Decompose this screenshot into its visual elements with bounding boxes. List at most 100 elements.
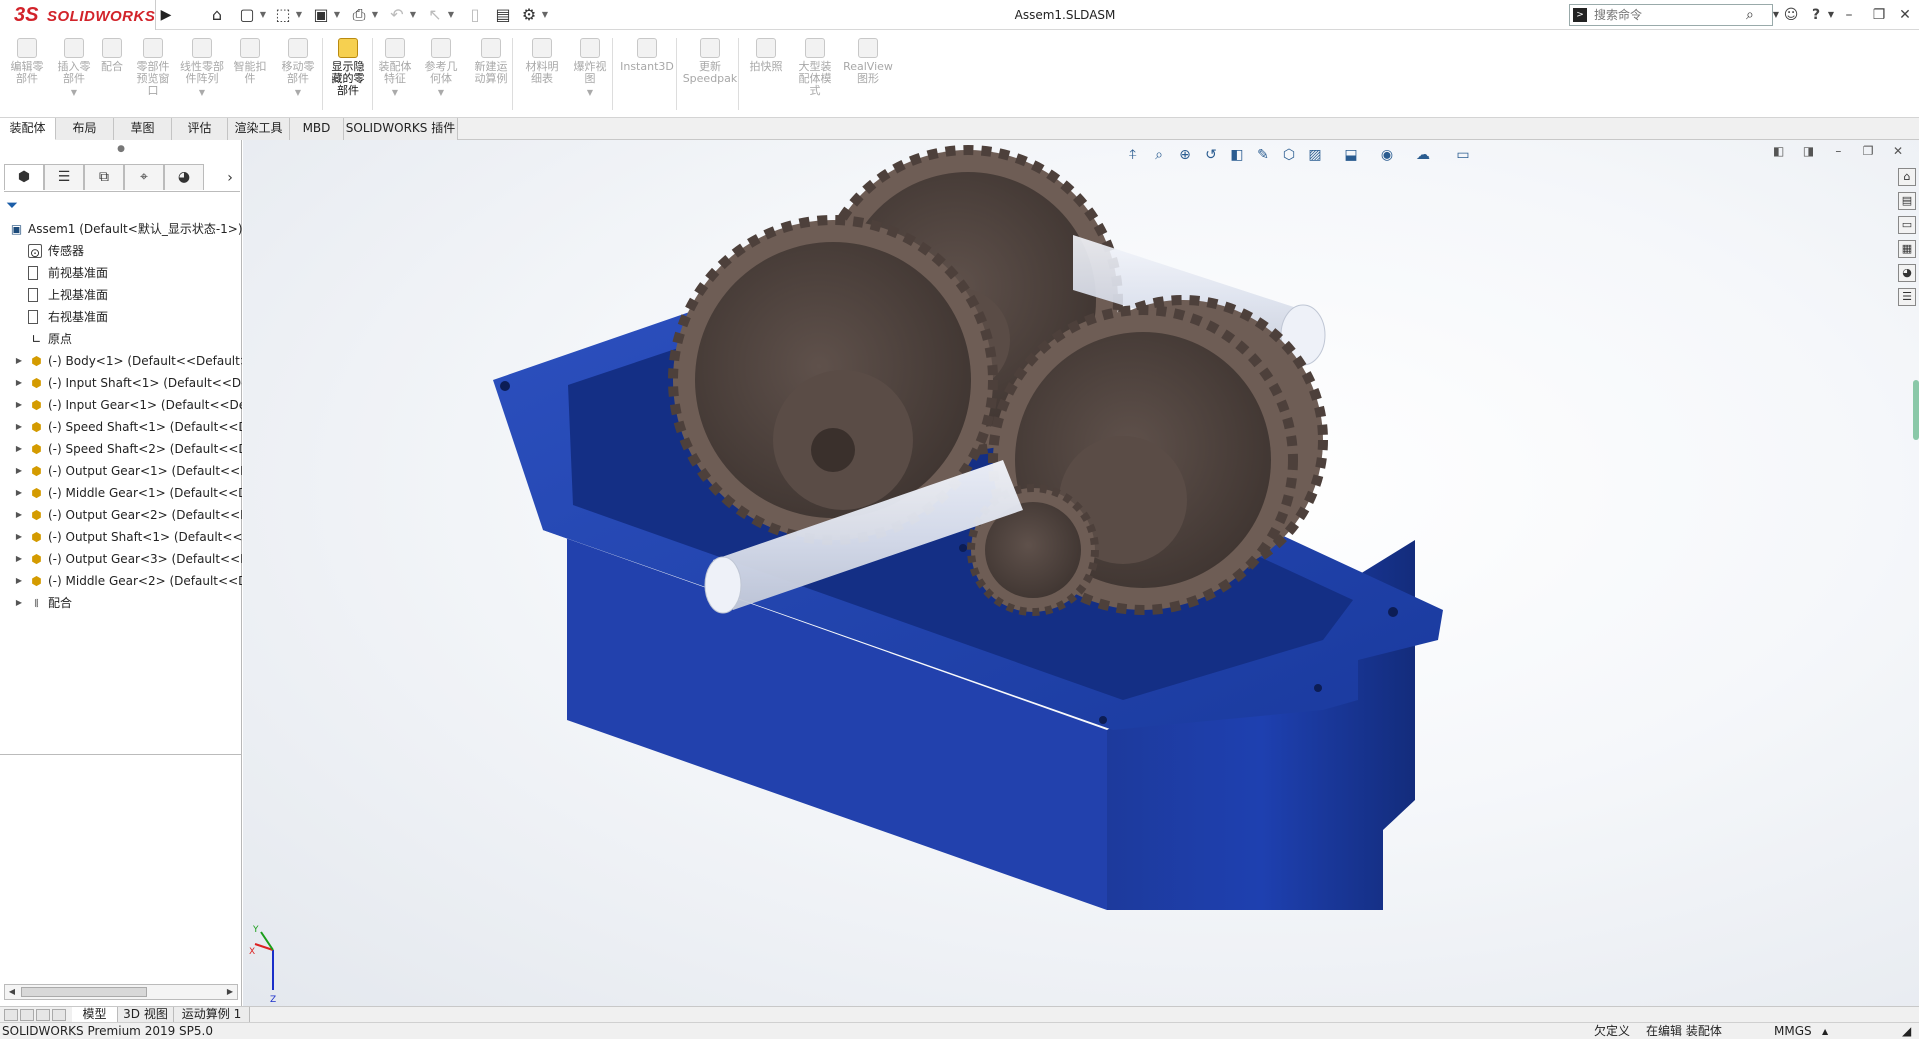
custom-properties-icon[interactable]: ☰ <box>1898 288 1916 306</box>
sheet-nav-arrow-icon[interactable] <box>52 1009 66 1021</box>
file-properties-icon[interactable]: ▤ <box>492 5 514 25</box>
realview-graphics-button[interactable]: RealView 图形 <box>840 34 896 116</box>
expand-arrow-icon[interactable]: ▶ <box>14 504 24 526</box>
tab-model[interactable]: 模型 <box>72 1007 118 1023</box>
save-icon[interactable]: ▣ <box>310 5 332 25</box>
expand-arrow-icon[interactable]: ▶ <box>14 460 24 482</box>
tree-item[interactable]: ▶ ⬢ (-) Middle Gear<2> (Default<<D <box>0 570 242 592</box>
tab-3d-views[interactable]: 3D 视图 <box>118 1007 174 1023</box>
units-dropdown-icon[interactable]: ▲ <box>1822 1023 1828 1039</box>
sheet-nav-arrow-icon[interactable] <box>36 1009 50 1021</box>
expand-arrow-icon[interactable]: ▶ <box>14 548 24 570</box>
gearbox-3d-model[interactable]: Y X Z <box>243 140 1919 1006</box>
expand-arrow-icon[interactable]: ▶ <box>14 372 24 394</box>
graphics-viewport[interactable]: ⍏ ⌕ ⊕ ↺ ◧ ✎ ⬡ ▨ ⬓ ◉ ☁ ▭ ◧ ◨ – ❐ ✕ Y X Z … <box>243 140 1919 1006</box>
tree-item[interactable]: ▶ ⬢ (-) Output Gear<3> (Default<<D <box>0 548 242 570</box>
status-units[interactable]: MMGS <box>1774 1023 1812 1039</box>
insert-components-button[interactable]: 插入零 部件 ▼ <box>52 34 96 116</box>
open-dropdown-icon[interactable]: ▼ <box>294 5 304 25</box>
large-assembly-mode-button[interactable]: 大型装 配体模 式 <box>790 34 840 116</box>
tab-solidworks-addins[interactable]: SOLIDWORKS 插件 <box>344 118 458 140</box>
minimize-window-icon[interactable]: – <box>1836 5 1862 25</box>
appearances-icon[interactable]: ◕ <box>1898 264 1916 282</box>
tree-item[interactable]: ▣ Assem1 (Default<默认_显示状态-1>) <box>0 218 242 240</box>
solidworks-resources-icon[interactable]: ⌂ <box>1898 168 1916 186</box>
move-component-button[interactable]: 移动零 部件 ▼ <box>274 34 322 116</box>
dropdown-arrow-icon[interactable]: ▼ <box>274 87 322 99</box>
undo-dropdown-icon[interactable]: ▼ <box>408 5 418 25</box>
expand-arrow-icon[interactable]: ▶ <box>14 526 24 548</box>
tree-item[interactable]: ▶ ⬢ (-) Output Gear<2> (Default<<D <box>0 504 242 526</box>
tree-item[interactable]: ∟ 原点 <box>0 328 242 350</box>
expand-arrow-icon[interactable]: ▶ <box>14 416 24 438</box>
options-gear-icon[interactable]: ⚙ <box>518 5 540 25</box>
tree-horizontal-scrollbar[interactable]: ◀ ▶ <box>4 984 238 1000</box>
home-icon[interactable]: ⌂ <box>206 5 228 25</box>
tree-item[interactable]: ▶ ⬢ (-) Output Shaft<1> (Default<<D <box>0 526 242 548</box>
dropdown-arrow-icon[interactable]: ▼ <box>418 87 464 99</box>
feature-manager-tab-icon[interactable]: ⬢ <box>4 164 44 190</box>
command-prompt-icon[interactable]: > <box>1573 8 1587 22</box>
search-input[interactable] <box>1594 6 1744 24</box>
component-preview-button[interactable]: 零部件 预览窗 口 <box>130 34 176 116</box>
more-tabs-arrow-icon[interactable]: › <box>222 166 238 190</box>
select-dropdown-icon[interactable]: ▼ <box>446 5 456 25</box>
assembly-features-button[interactable]: 装配体 特征 ▼ <box>374 34 416 116</box>
viewport-scroll-indicator[interactable] <box>1913 380 1919 440</box>
solidworks-logo[interactable]: 3S SOLIDWORKS <box>0 0 156 30</box>
dropdown-arrow-icon[interactable]: ▼ <box>566 87 614 99</box>
tree-item[interactable]: ▶ ⬢ (-) Input Shaft<1> (Default<<Def <box>0 372 242 394</box>
file-explorer-icon[interactable]: ▭ <box>1898 216 1916 234</box>
open-folder-icon[interactable]: ⬚ <box>272 5 294 25</box>
menu-expand-arrow-icon[interactable]: ▶ <box>158 5 174 25</box>
select-arrow-icon[interactable]: ↖ <box>424 5 446 25</box>
linear-pattern-button[interactable]: 线性零部 件阵列 ▼ <box>176 34 228 116</box>
tree-item[interactable]: ▶ ⬢ (-) Body<1> (Default<<Default>_ <box>0 350 242 372</box>
tree-item[interactable]: 右视基准面 <box>0 306 242 328</box>
tree-item[interactable]: ▶ ⬢ (-) Speed Shaft<2> (Default<<De <box>0 438 242 460</box>
dropdown-arrow-icon[interactable]: ▼ <box>374 87 416 99</box>
expand-arrow-icon[interactable]: ▶ <box>14 482 24 504</box>
smart-fasteners-button[interactable]: 智能扣 件 <box>228 34 272 116</box>
scroll-right-icon[interactable]: ▶ <box>223 985 237 999</box>
sheet-nav-arrow-icon[interactable] <box>4 1009 18 1021</box>
new-document-icon[interactable]: ▢ <box>236 5 258 25</box>
configuration-manager-tab-icon[interactable]: ⧉ <box>84 164 124 190</box>
tree-item[interactable]: ▶ ⬢ (-) Middle Gear<1> (Default<<D <box>0 482 242 504</box>
sheet-nav-arrow-icon[interactable] <box>20 1009 34 1021</box>
filter-icon[interactable]: ⏷ <box>6 194 32 216</box>
new-motion-study-button[interactable]: 新建运 动算例 <box>466 34 516 116</box>
scroll-thumb[interactable] <box>21 987 147 997</box>
design-library-icon[interactable]: ▤ <box>1898 192 1916 210</box>
expand-arrow-icon[interactable]: ▶ <box>14 438 24 460</box>
scroll-left-icon[interactable]: ◀ <box>5 985 19 999</box>
tab-assembly[interactable]: 装配体 <box>0 118 56 140</box>
bill-of-materials-button[interactable]: 材料明 细表 <box>520 34 564 116</box>
dropdown-arrow-icon[interactable]: ▼ <box>176 87 228 99</box>
view-palette-icon[interactable]: ▦ <box>1898 240 1916 258</box>
property-manager-tab-icon[interactable]: ☰ <box>44 164 84 190</box>
user-account-icon[interactable]: ☺ <box>1780 5 1802 25</box>
dropdown-arrow-icon[interactable]: ▼ <box>52 87 96 99</box>
help-dropdown-icon[interactable]: ▼ <box>1826 5 1836 25</box>
mate-button[interactable]: 配合 <box>96 34 128 116</box>
tree-item[interactable]: ▶ ⧛ 配合 <box>0 592 242 614</box>
exploded-view-button[interactable]: 爆炸视 图 ▼ <box>566 34 614 116</box>
new-dropdown-icon[interactable]: ▼ <box>258 5 268 25</box>
tree-item[interactable]: ▶ ⬢ (-) Speed Shaft<1> (Default<<De <box>0 416 242 438</box>
print-icon[interactable]: ⎙ <box>348 5 370 25</box>
reference-geometry-button[interactable]: 参考几 何体 ▼ <box>418 34 464 116</box>
tree-item[interactable]: ▶ ⬢ (-) Input Gear<1> (Default<<Def <box>0 394 242 416</box>
undo-icon[interactable]: ↶ <box>386 5 408 25</box>
tree-item[interactable]: 前视基准面 <box>0 262 242 284</box>
edit-component-button[interactable]: 编辑零 部件 <box>2 34 52 116</box>
tree-item[interactable]: ⊙ 传感器 <box>0 240 242 262</box>
tree-item[interactable]: 上视基准面 <box>0 284 242 306</box>
expand-arrow-icon[interactable]: ▶ <box>14 394 24 416</box>
tab-sketch[interactable]: 草图 <box>114 118 172 140</box>
tab-motion-study-1[interactable]: 运动算例 1 <box>174 1007 250 1023</box>
tab-render-tools[interactable]: 渲染工具 <box>228 118 290 140</box>
search-commands-box[interactable]: > ⌕ <box>1569 4 1773 26</box>
expand-arrow-icon[interactable]: ▶ <box>14 570 24 592</box>
help-icon[interactable]: ? <box>1806 5 1826 25</box>
